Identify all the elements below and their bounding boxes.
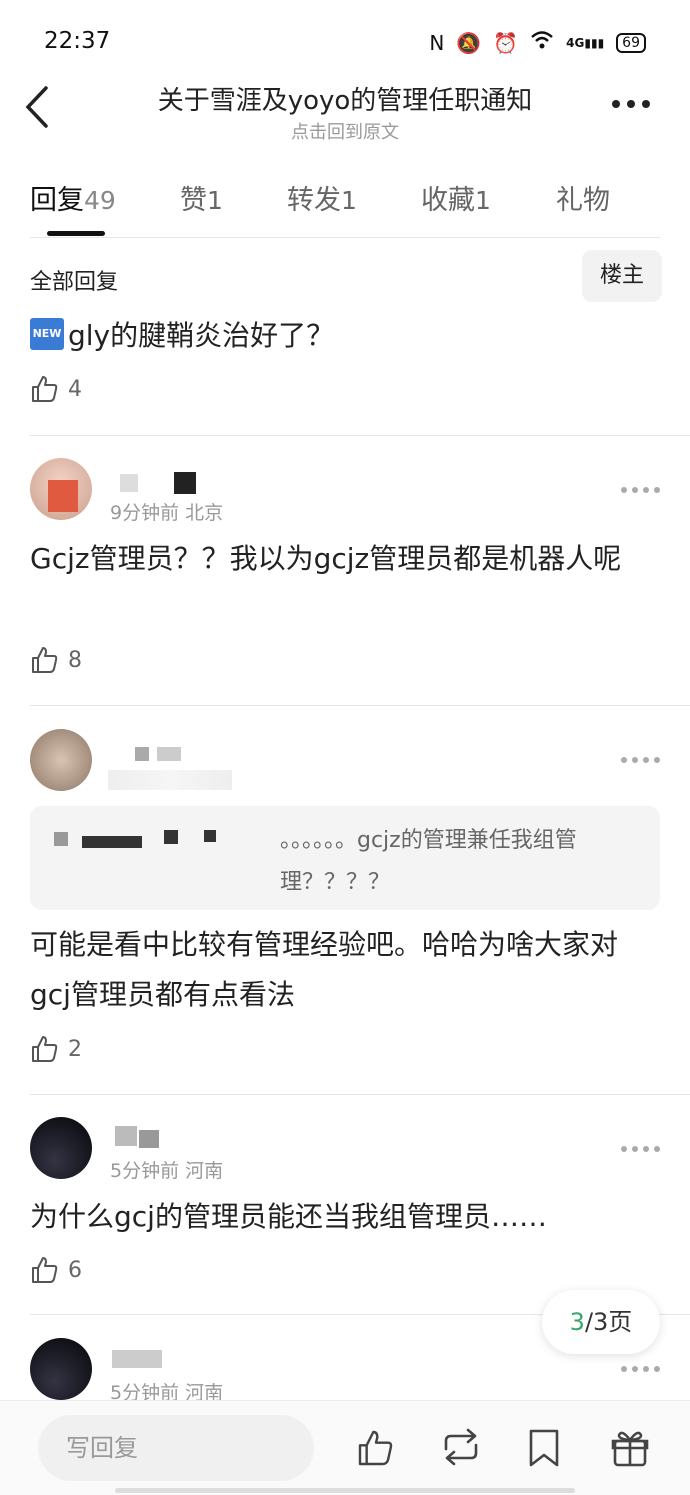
- reply-meta: 9分钟前 北京: [110, 502, 224, 524]
- wifi-icon: [530, 30, 554, 55]
- total-pages: /3页: [584, 1308, 633, 1336]
- tab-favorites[interactable]: 收藏1: [421, 178, 491, 217]
- op-only-button[interactable]: 楼主: [582, 250, 662, 302]
- mute-icon: 🔕: [456, 30, 482, 55]
- op-post-text: NEW gly的腱鞘炎治好了？: [30, 314, 334, 354]
- battery-icon: 69: [616, 32, 646, 53]
- more-icon[interactable]: [621, 487, 660, 493]
- nav-bar: 关于雪涯及yoyo的管理任职通知 点击回到原文: [0, 70, 690, 150]
- network-type: 4G: [566, 35, 585, 50]
- tab-indicator: [47, 231, 105, 236]
- bookmark-button[interactable]: [526, 1427, 566, 1471]
- more-icon[interactable]: [621, 1146, 660, 1152]
- thumbs-up-icon: [32, 376, 58, 402]
- reply-text: 可能是看中比较有管理经验吧。哈哈为啥大家对gcj管理员都有点看法: [30, 928, 619, 1011]
- bookmark-icon: [529, 1429, 559, 1467]
- quote-text: 。。。。。。gcjz的管理兼任我组管理？？？？: [280, 828, 577, 895]
- back-to-post-link[interactable]: 点击回到原文: [100, 118, 590, 144]
- like-count: 2: [68, 1036, 82, 1062]
- avatar[interactable]: [30, 729, 92, 791]
- reply-meta: 5分钟前 河南: [110, 1160, 224, 1182]
- repost-button[interactable]: [438, 1427, 484, 1471]
- new-badge: NEW: [30, 318, 64, 350]
- reply-text: 为什么gcj的管理员能还当我组管理员……: [30, 1200, 547, 1233]
- alarm-icon: ⏰: [493, 30, 519, 55]
- quoted-reply[interactable]: 。。。。。。gcjz的管理兼任我组管理？？？？: [30, 806, 660, 910]
- username-blurred[interactable]: [112, 470, 198, 494]
- like-button[interactable]: 2: [30, 1034, 82, 1064]
- page-title: 关于雪涯及yoyo的管理任职通知: [157, 86, 533, 116]
- more-icon[interactable]: [621, 757, 660, 763]
- current-page: 3: [569, 1308, 585, 1336]
- signal-icon: 4G▮▮▮: [566, 35, 605, 50]
- back-icon: [25, 86, 48, 128]
- op-post-content: gly的腱鞘炎治好了？: [68, 319, 335, 352]
- tab-bar: 回复49 赞1 转发1 收藏1 礼物: [0, 170, 690, 238]
- bottom-action-bar: 写回复: [0, 1400, 690, 1495]
- avatar[interactable]: [30, 1338, 92, 1400]
- thumbs-up-icon: [358, 1430, 393, 1466]
- back-button[interactable]: [22, 84, 62, 134]
- like-count: 8: [68, 647, 82, 673]
- thumbs-up-icon: [32, 1257, 58, 1283]
- like-count: 4: [68, 376, 82, 402]
- gift-button[interactable]: [610, 1427, 650, 1471]
- like-button[interactable]: 8: [30, 645, 82, 675]
- thumbs-up-icon: [32, 647, 58, 673]
- more-icon[interactable]: [621, 1366, 660, 1372]
- username-blurred[interactable]: [112, 1348, 164, 1372]
- page-indicator[interactable]: 3/3页: [542, 1290, 660, 1354]
- nfc-icon: N: [429, 30, 445, 55]
- status-time: 22:37: [44, 28, 111, 54]
- divider: [30, 1094, 690, 1095]
- gift-icon: [611, 1431, 649, 1467]
- reply-input[interactable]: 写回复: [38, 1415, 314, 1481]
- avatar-mosaic: [48, 480, 78, 512]
- more-icon[interactable]: [612, 100, 650, 108]
- avatar[interactable]: [30, 1117, 92, 1179]
- reply-text: Gcjz管理员？？我以为gcjz管理员都是机器人呢: [30, 542, 622, 575]
- tab-gifts[interactable]: 礼物: [556, 178, 610, 217]
- tab-reposts[interactable]: 转发1: [287, 178, 357, 217]
- avatar[interactable]: [30, 458, 92, 520]
- status-icons: N 🔕 ⏰ 4G▮▮▮ 69: [429, 30, 646, 55]
- quote-author-blurred: [54, 828, 224, 850]
- filter-all-replies[interactable]: 全部回复: [30, 264, 118, 296]
- username-blurred[interactable]: [115, 1126, 161, 1150]
- like-button[interactable]: 4: [30, 374, 82, 404]
- like-post-button[interactable]: [356, 1427, 396, 1471]
- like-count: 6: [68, 1257, 82, 1283]
- divider: [30, 435, 690, 436]
- home-indicator: [115, 1488, 575, 1493]
- username-blurred[interactable]: [135, 745, 185, 769]
- like-button[interactable]: 6: [30, 1255, 82, 1285]
- divider: [30, 705, 690, 706]
- divider: [30, 237, 660, 238]
- thumbs-up-icon: [32, 1036, 58, 1062]
- repost-icon: [444, 1428, 478, 1466]
- meta-blurred: [108, 770, 232, 790]
- tab-replies[interactable]: 回复49: [30, 178, 116, 217]
- tab-likes[interactable]: 赞1: [180, 178, 223, 217]
